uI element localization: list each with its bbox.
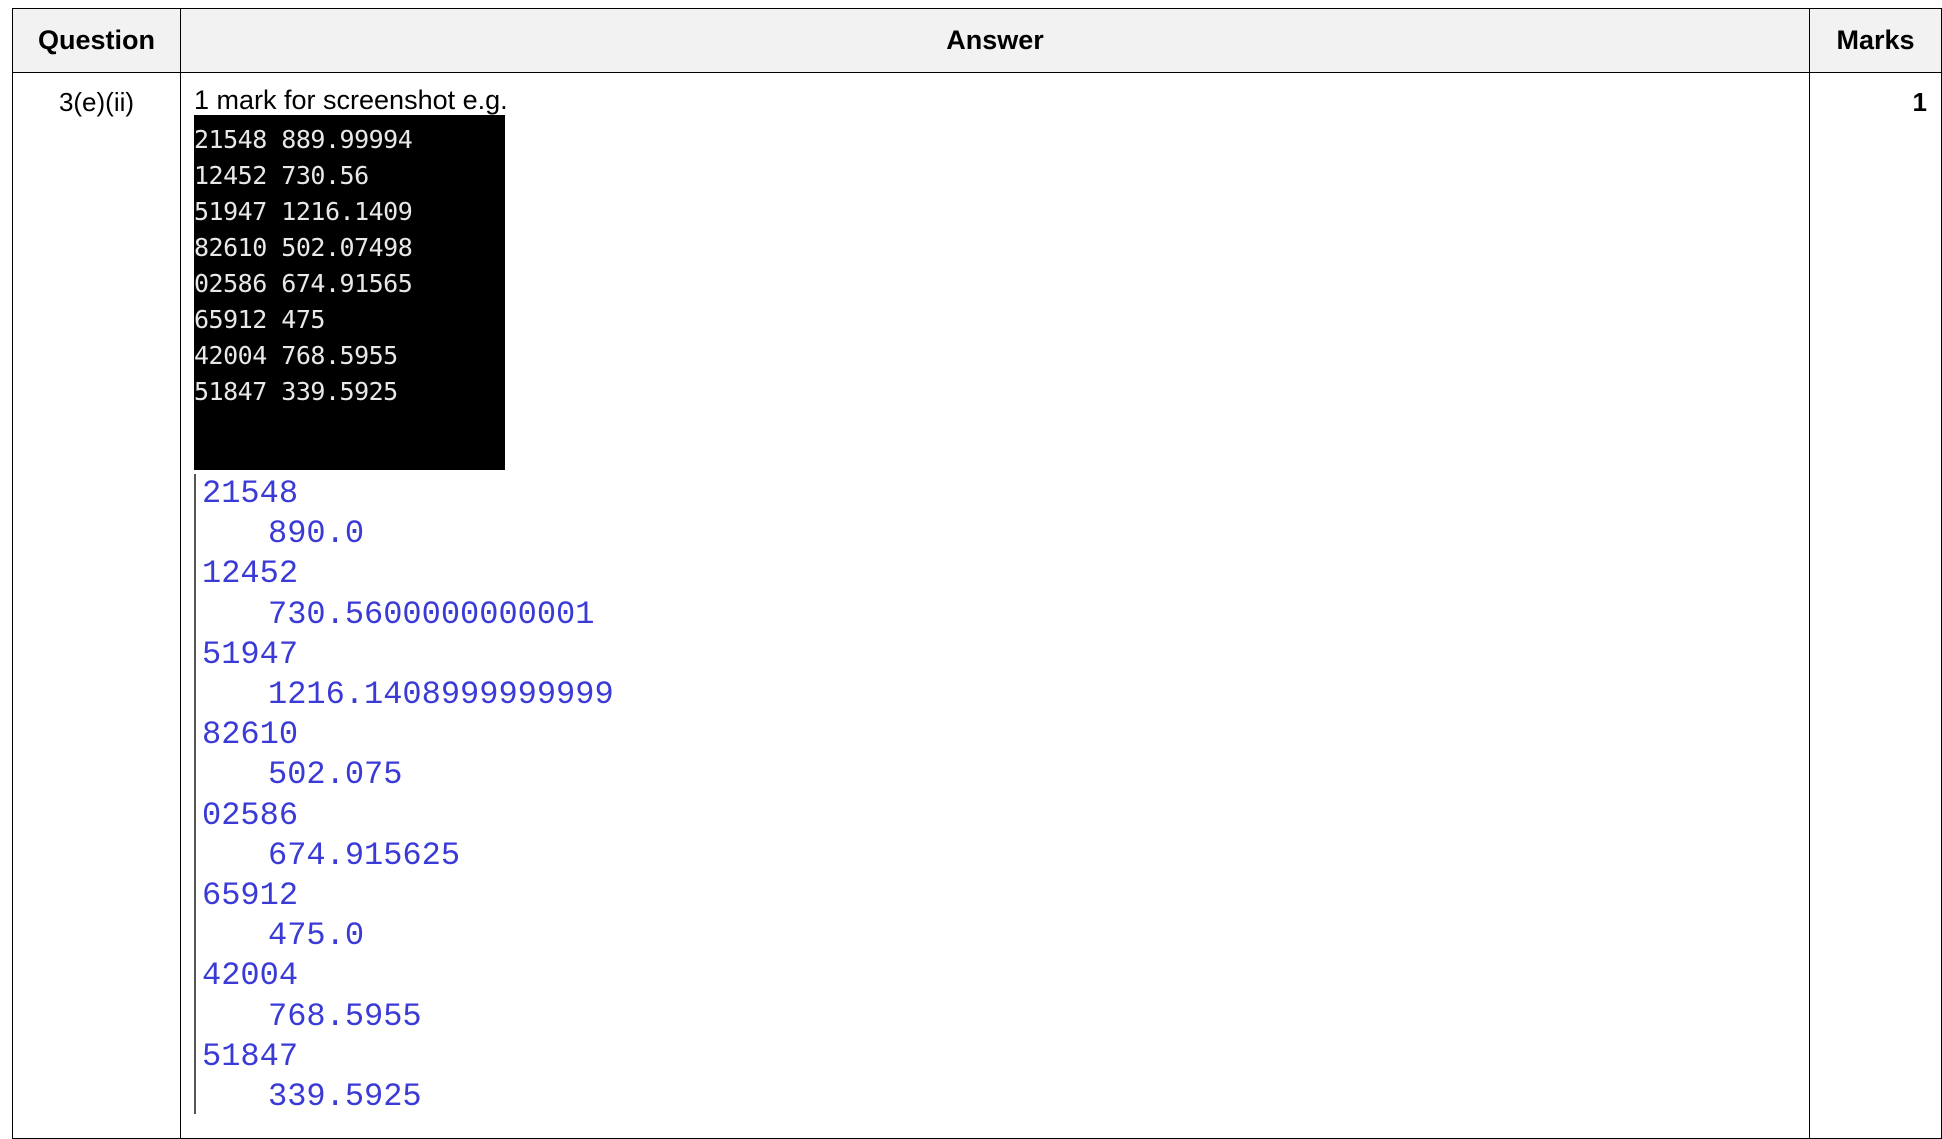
console-line: 42004 768.5955 — [194, 341, 398, 370]
question-number: 3(e)(ii) — [12, 72, 181, 1139]
shell-value-line: 890.0 — [268, 515, 365, 553]
header-row: Question Answer Marks — [12, 8, 1942, 73]
shell-value-line: 674.915625 — [268, 836, 461, 874]
shell-value-line: 475.0 — [268, 917, 365, 955]
console-line: 51847 339.5925 — [194, 377, 398, 406]
shell-id-line: 51847 — [202, 1037, 299, 1075]
shell-output-screenshot: 21548 890.0 12452 730.5600000000001 5194… — [194, 474, 762, 1116]
console-line: 21548 889.99994 — [194, 125, 413, 154]
console-line: 51947 1216.1409 — [194, 197, 413, 226]
shell-value-line: 730.5600000000001 — [268, 595, 595, 633]
answer-intro: 1 mark for screenshot e.g. — [194, 85, 508, 115]
shell-id-line: 42004 — [202, 957, 299, 995]
table-row: 3(e)(ii) 1 mark for screenshot e.g. 2154… — [12, 72, 1942, 1139]
shell-value-line: 339.5925 — [268, 1078, 422, 1116]
shell-id-line: 82610 — [202, 716, 299, 754]
shell-value-line: 502.075 — [268, 756, 403, 794]
shell-id-line: 02586 — [202, 796, 299, 834]
console-line: 82610 502.07498 — [194, 233, 413, 262]
shell-id-line: 12452 — [202, 555, 299, 593]
shell-id-line: 21548 — [202, 475, 299, 512]
shell-id-line: 51947 — [202, 635, 299, 673]
console-screenshot: 21548 889.99994 12452 730.56 51947 1216.… — [194, 115, 505, 470]
console-line: 12452 730.56 — [194, 161, 369, 190]
answer-header: Answer — [180, 8, 1810, 73]
mark-scheme-table: Question Answer Marks 3(e)(ii) 1 mark fo… — [12, 8, 1942, 1139]
shell-value-line: 768.5955 — [268, 997, 422, 1035]
shell-value-line: 1216.1408999999999 — [268, 676, 614, 714]
console-line: 02586 674.91565 — [194, 269, 413, 298]
question-header: Question — [12, 8, 181, 73]
shell-id-line: 65912 — [202, 877, 299, 915]
answer-cell: 1 mark for screenshot e.g. 21548 889.999… — [180, 72, 1810, 1139]
console-line: 65912 475 — [194, 305, 325, 334]
marks-value: 1 — [1809, 72, 1942, 1139]
marks-header: Marks — [1809, 8, 1942, 73]
